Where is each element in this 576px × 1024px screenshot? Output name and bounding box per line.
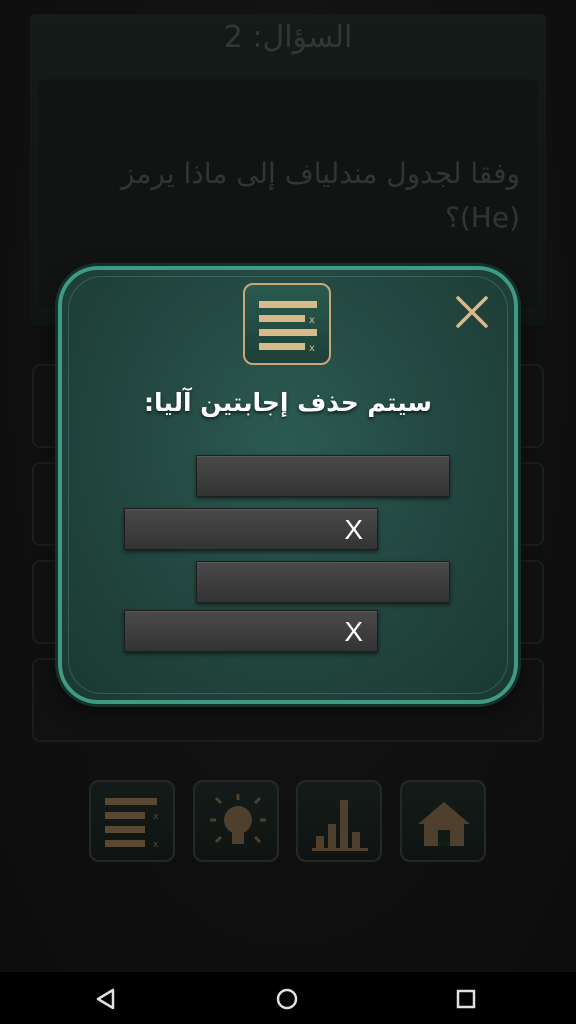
removed-x-icon: X [344,616,363,647]
dialog-header-badge: x x [243,283,331,365]
svg-text:x: x [309,343,315,354]
answer-bar-removed-2: X [124,610,378,652]
answer-bar-kept-1 [196,455,450,497]
remove-answers-icon: x x [259,301,317,354]
dialog-title: سيتم حذف إجابتين آليا: [143,388,433,417]
svg-text:x: x [309,315,315,326]
answer-bar-kept-2 [196,561,450,603]
close-icon[interactable] [452,292,492,332]
recents-icon[interactable] [453,986,479,1012]
back-icon[interactable] [93,986,119,1012]
home-nav-icon[interactable] [274,986,300,1012]
system-navigation-bar [0,972,576,1024]
answer-bar-removed-1: X [124,508,378,550]
removed-x-icon: X [344,514,363,545]
